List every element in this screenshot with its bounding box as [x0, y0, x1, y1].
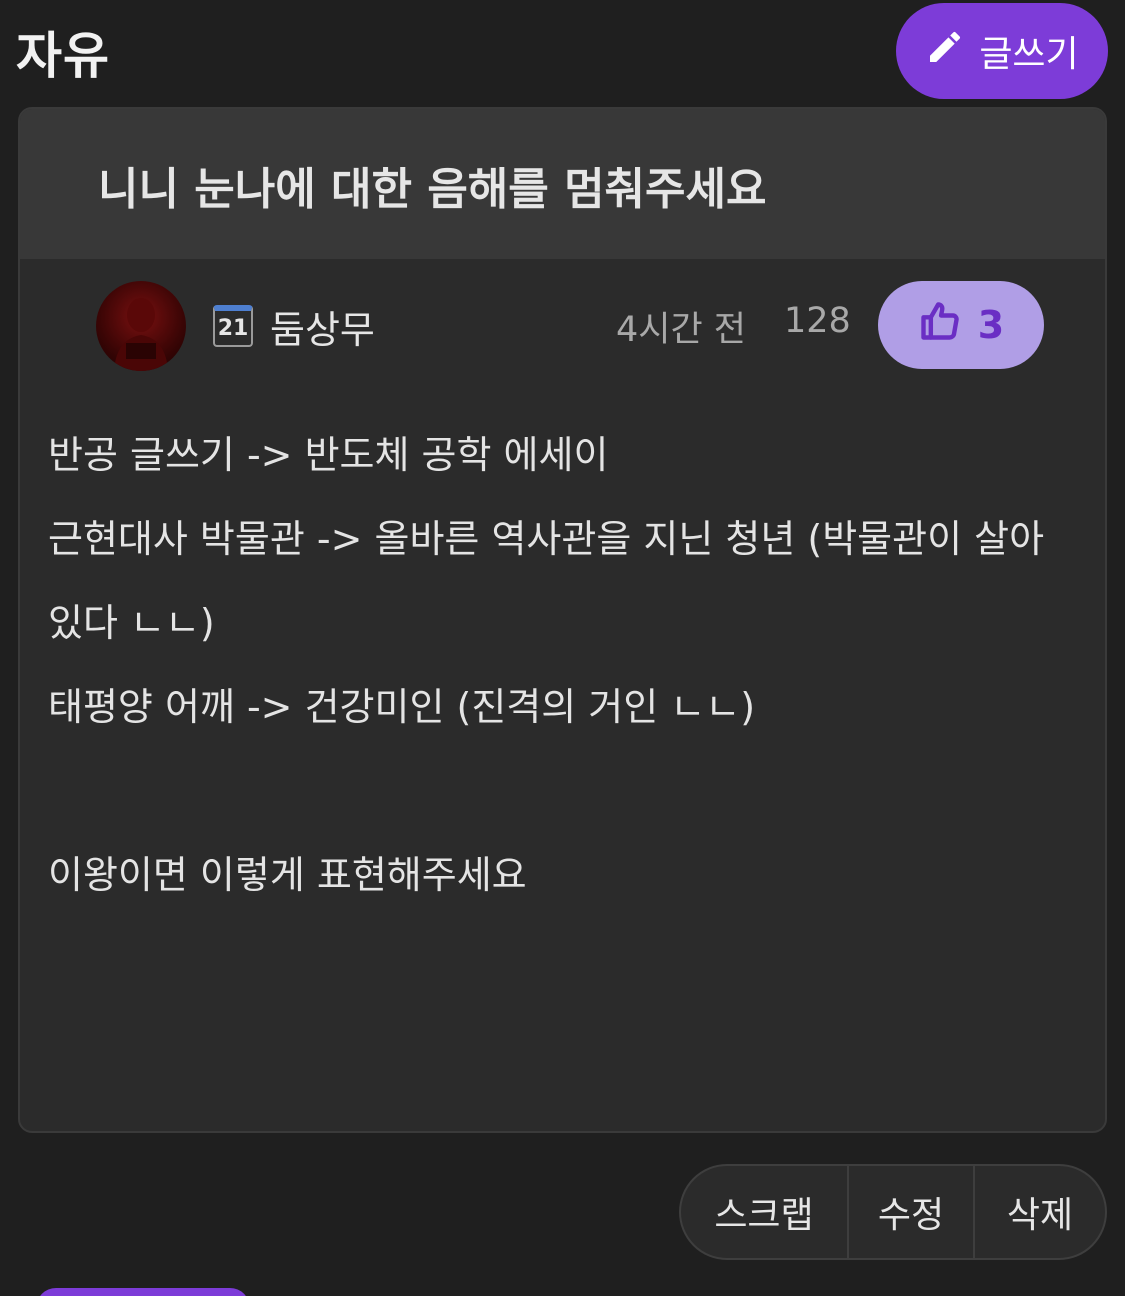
- calendar-icon: 21: [213, 305, 253, 347]
- post-header: 니니 눈나에 대한 음해를 멈춰주세요: [20, 109, 1105, 259]
- post-body: 반공 글쓰기 -> 반도체 공학 에세이 근현대사 박물관 -> 올바른 역사관…: [48, 420, 1088, 924]
- bottom-button-partial[interactable]: [36, 1288, 250, 1296]
- board-title: 자유: [16, 27, 110, 85]
- body-line: 근현대사 박물관 -> 올바른 역사관을 지닌 청년 (박물관이 살아: [48, 517, 1045, 561]
- pencil-icon: [925, 27, 965, 76]
- view-count: 128: [784, 301, 851, 341]
- author-name[interactable]: 둠상무: [270, 299, 375, 354]
- body-line: 태평양 어깨 -> 건강미인 (진격의 거인 ㄴㄴ): [48, 685, 756, 729]
- post-title: 니니 눈나에 대한 음해를 멈춰주세요: [98, 164, 767, 215]
- post-page: 자유 글쓰기 니니 눈나에 대한 음해를 멈춰주세요 21 둠상무 4시간 전 …: [0, 0, 1125, 1296]
- edit-button[interactable]: 수정: [849, 1166, 975, 1258]
- body-line: 이왕이면 이렇게 표현해주세요: [48, 853, 527, 897]
- like-count: 3: [977, 303, 1005, 347]
- post-time: 4시간 전: [616, 310, 746, 350]
- avatar[interactable]: [96, 281, 186, 371]
- post-actions: 스크랩 수정 삭제: [679, 1164, 1107, 1260]
- like-button[interactable]: 3: [878, 281, 1044, 369]
- post-meta: 21 둠상무 4시간 전 128 3: [20, 279, 1105, 371]
- thumbs-up-icon: [918, 299, 962, 352]
- body-line: 반공 글쓰기 -> 반도체 공학 에세이: [48, 433, 609, 477]
- write-button-label: 글쓰기: [979, 34, 1079, 75]
- body-line: [48, 756, 1088, 840]
- body-line: 있다 ㄴㄴ): [48, 601, 215, 645]
- scrap-button[interactable]: 스크랩: [681, 1166, 849, 1258]
- delete-button[interactable]: 삭제: [975, 1166, 1105, 1258]
- level-badge-number: 21: [217, 315, 249, 341]
- write-button[interactable]: 글쓰기: [896, 3, 1108, 99]
